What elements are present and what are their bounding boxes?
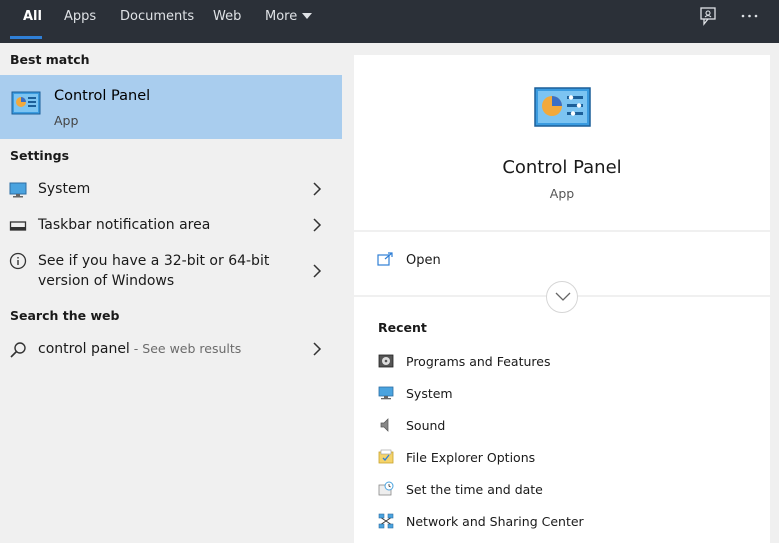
info-icon: [9, 252, 27, 270]
settings-item-system[interactable]: System: [0, 179, 342, 215]
tab-more[interactable]: More: [265, 0, 297, 43]
expand-button[interactable]: [546, 281, 578, 313]
settings-item-label: System: [38, 181, 91, 197]
recent-item-label: System: [406, 386, 453, 401]
search-icon: [10, 342, 26, 358]
chevron-down-icon[interactable]: [302, 13, 312, 19]
clock-icon: [378, 481, 394, 496]
recent-item-label: Sound: [406, 418, 446, 433]
recent-item-sound[interactable]: Sound: [354, 415, 770, 439]
search-filter-bar: All Apps Documents Web More: [0, 0, 779, 43]
web-search-text: control panel - See web results: [38, 339, 241, 359]
web-search-hint: - See web results: [129, 341, 242, 356]
settings-heading: Settings: [10, 148, 70, 163]
control-panel-icon: [534, 87, 591, 127]
folder-options-icon: [378, 449, 394, 464]
chevron-right-icon: [313, 218, 322, 232]
speaker-icon: [380, 418, 389, 432]
open-label: Open: [406, 253, 441, 268]
tab-apps[interactable]: Apps: [64, 0, 96, 43]
monitor-icon: [9, 182, 27, 198]
results-list: Best match Control Panel App Settings Sy…: [0, 43, 342, 543]
programs-icon: [378, 354, 394, 368]
settings-item-label: Taskbar notification area: [38, 217, 211, 233]
more-options-icon[interactable]: [740, 6, 760, 26]
settings-item-bitness[interactable]: See if you have a 32-bit or 64-bit versi…: [0, 251, 342, 295]
recent-item-file-explorer[interactable]: File Explorer Options: [354, 447, 770, 471]
recent-item-network[interactable]: Network and Sharing Center: [354, 511, 770, 535]
chevron-down-icon: [555, 292, 571, 301]
recent-item-label: File Explorer Options: [406, 450, 536, 465]
chevron-right-icon: [313, 182, 322, 196]
recent-item-programs[interactable]: Programs and Features: [354, 351, 770, 375]
search-web-heading: Search the web: [10, 308, 120, 323]
best-match-heading: Best match: [10, 52, 90, 67]
best-match-item[interactable]: Control Panel App: [0, 75, 342, 139]
settings-item-taskbar[interactable]: Taskbar notification area: [0, 215, 342, 251]
chevron-right-icon: [313, 342, 322, 356]
active-tab-indicator: [10, 36, 42, 39]
open-icon: [377, 252, 393, 266]
recent-item-system[interactable]: System: [354, 383, 770, 407]
control-panel-icon: [11, 91, 41, 115]
settings-item-label-line1: See if you have a 32-bit or 64-bit: [38, 253, 270, 269]
feedback-icon[interactable]: [699, 6, 719, 26]
recent-item-label: Programs and Features: [406, 354, 551, 369]
preview-pane: Control Panel App Open Recent Programs a…: [354, 55, 770, 543]
recent-item-label: Set the time and date: [406, 482, 543, 497]
tab-web[interactable]: Web: [213, 0, 241, 43]
recent-item-time-date[interactable]: Set the time and date: [354, 479, 770, 503]
open-action[interactable]: Open: [354, 249, 770, 277]
network-icon: [378, 513, 394, 529]
tab-documents[interactable]: Documents: [120, 0, 194, 43]
settings-item-label-line2: version of Windows: [38, 273, 175, 289]
preview-title: Control Panel: [502, 157, 622, 178]
recent-item-label: Network and Sharing Center: [406, 514, 584, 529]
divider: [354, 230, 770, 232]
monitor-icon: [378, 386, 394, 400]
web-search-item[interactable]: control panel - See web results: [0, 339, 342, 375]
best-match-subtitle: App: [54, 113, 79, 128]
best-match-title: Control Panel: [54, 88, 151, 104]
preview-subtitle: App: [549, 186, 575, 201]
recent-heading: Recent: [378, 320, 427, 335]
taskbar-icon: [9, 221, 27, 231]
chevron-right-icon: [313, 264, 322, 278]
web-search-query: control panel: [38, 341, 130, 357]
